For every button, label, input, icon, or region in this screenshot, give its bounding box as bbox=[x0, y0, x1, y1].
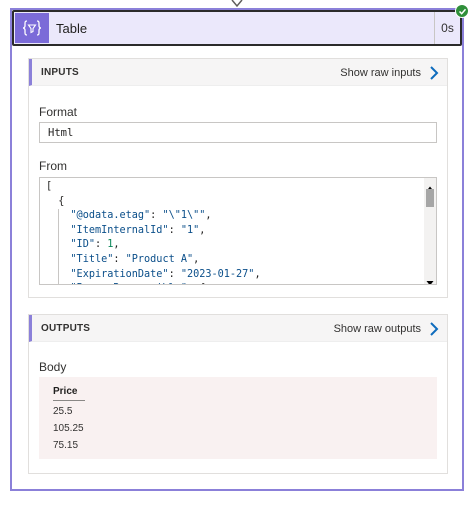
table-cell: 25.5 bbox=[53, 406, 73, 417]
chevron-right-icon[interactable] bbox=[429, 66, 439, 80]
format-value: Html bbox=[48, 127, 74, 139]
chevron-right-icon[interactable] bbox=[429, 322, 439, 336]
code-scrollbar[interactable] bbox=[424, 178, 436, 284]
show-raw-inputs-link[interactable]: Show raw inputs bbox=[340, 67, 421, 79]
code-line: "PersonResponsible": { bbox=[46, 282, 420, 284]
table-cell: 75.15 bbox=[53, 440, 79, 451]
from-code-content: [ { "@odata.etag": "\"1\"", "ItemInterna… bbox=[46, 180, 420, 284]
action-header[interactable]: Table 0s bbox=[12, 10, 462, 46]
scroll-thumb[interactable] bbox=[426, 189, 434, 207]
code-line: "Title": "Product A", bbox=[46, 252, 420, 268]
code-line: "ID": 1, bbox=[46, 238, 420, 253]
action-title: Table bbox=[56, 21, 88, 36]
format-field[interactable]: Html bbox=[39, 122, 437, 143]
code-line: { bbox=[58, 195, 65, 207]
show-raw-outputs-link[interactable]: Show raw outputs bbox=[334, 323, 421, 335]
body-table: Price 25.5 105.25 75.15 bbox=[39, 377, 437, 459]
inputs-title: INPUTS bbox=[41, 67, 79, 78]
duration-cell: 0s bbox=[434, 12, 460, 44]
from-label: From bbox=[39, 159, 67, 173]
code-line: "ExpirationDate": "2023-01-27", bbox=[46, 267, 420, 283]
outputs-header: OUTPUTS Show raw outputs bbox=[29, 315, 447, 342]
code-line: [ bbox=[46, 181, 53, 192]
flow-connector-icon bbox=[231, 0, 243, 8]
success-check-icon bbox=[455, 4, 469, 18]
inputs-panel: INPUTS Show raw inputs Format Html From … bbox=[28, 58, 448, 298]
scroll-down-icon[interactable] bbox=[426, 274, 434, 284]
code-line: "ItemInternalId": "1", bbox=[46, 223, 420, 239]
inputs-header: INPUTS Show raw inputs bbox=[29, 59, 447, 86]
outputs-panel: OUTPUTS Show raw outputs Body Price 25.5… bbox=[28, 314, 448, 474]
action-duration: 0s bbox=[441, 21, 454, 35]
scroll-up-icon[interactable] bbox=[426, 180, 434, 191]
format-label: Format bbox=[39, 105, 78, 119]
table-cell: 105.25 bbox=[53, 423, 84, 434]
body-label: Body bbox=[39, 360, 67, 374]
from-code-viewer[interactable]: [ { "@odata.etag": "\"1\"", "ItemInterna… bbox=[39, 177, 437, 285]
column-header-price: Price bbox=[53, 386, 85, 401]
outputs-title: OUTPUTS bbox=[41, 323, 91, 334]
braces-filter-icon bbox=[15, 13, 49, 43]
code-line: "@odata.etag": "\"1\"", bbox=[46, 209, 420, 224]
